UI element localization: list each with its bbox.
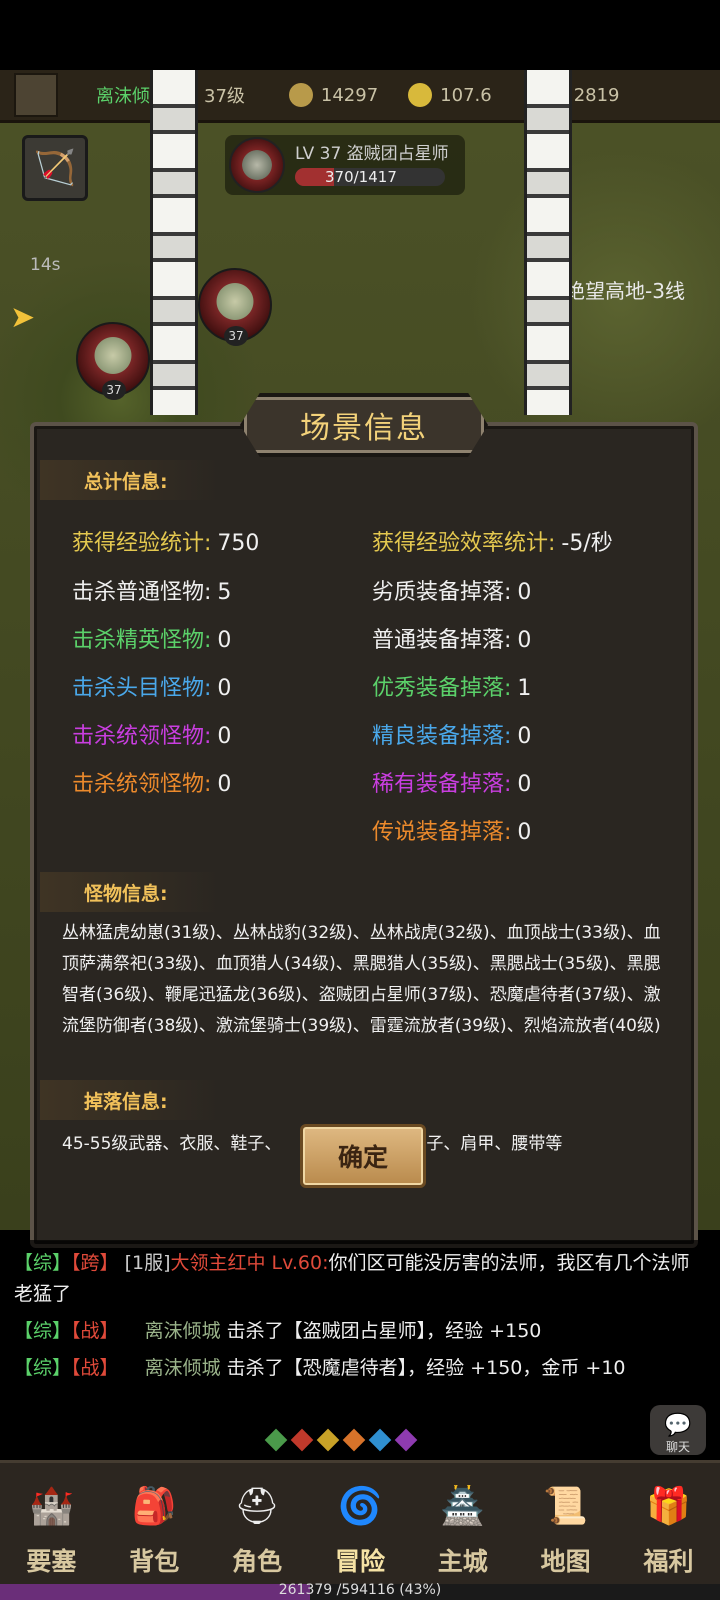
stat-kill-commander: 击杀统领怪物: 0 bbox=[72, 724, 232, 749]
color-dots bbox=[264, 1428, 418, 1452]
portal-icon: 🌀 bbox=[337, 1486, 383, 1527]
gift-icon: 🎁 bbox=[646, 1486, 691, 1527]
chat-panel[interactable]: 【综】【跨】 [1服]大领主红中 Lv.60:你们区可能没厉害的法师，我区有几个… bbox=[0, 1240, 720, 1450]
stat-drop-legendary: 传说装备掉落: 0 bbox=[372, 820, 532, 845]
bow-weapon-button[interactable]: 🏹 bbox=[22, 135, 88, 201]
stat-gold: 14297 bbox=[320, 84, 379, 106]
target-hp-text: 370/1417 bbox=[325, 168, 397, 186]
gold-bars-icon bbox=[408, 83, 433, 107]
top-status-bar: 离沫倾城 37级 14297 107.6 2819 bbox=[0, 70, 720, 123]
dialog-title-banner: 场景信息 bbox=[240, 393, 488, 457]
scroll-map-icon: 📜 bbox=[543, 1486, 589, 1527]
target-avatar bbox=[229, 137, 285, 193]
stat-drop-good: 优秀装备掉落: 1 bbox=[372, 676, 532, 701]
chat-line: 【综】【跨】 [1服]大领主红中 Lv.60:你们区可能没厉害的法师，我区有几个… bbox=[14, 1252, 690, 1305]
stat-drop-rare: 稀有装备掉落: 0 bbox=[372, 772, 532, 797]
player-level: 37级 bbox=[204, 86, 245, 107]
chat-bubble-icon: 💬 bbox=[664, 1413, 692, 1438]
nav-character[interactable]: ⛑ 角色 bbox=[212, 1476, 302, 1578]
map-name: 绝望高地-3线 bbox=[565, 279, 685, 303]
castle-icon: 🏯 bbox=[440, 1486, 486, 1527]
nav-backpack[interactable]: 🎒 背包 bbox=[109, 1476, 199, 1578]
microphone-icon bbox=[288, 83, 313, 107]
backpack-icon: 🎒 bbox=[131, 1486, 177, 1527]
xp-text: 261379 /594116 (43%) bbox=[278, 1582, 442, 1598]
nav-welfare[interactable]: 🎁 福利 bbox=[623, 1476, 713, 1578]
bottom-nav: 🏰 要塞 🎒 背包 ⛑ 角色 🌀 冒险 🏯 主城 📜 地图 🎁 福利 bbox=[0, 1460, 720, 1584]
confirm-button[interactable]: 确定 bbox=[300, 1124, 426, 1188]
stat-exp-total: 获得经验统计: 750 bbox=[72, 531, 260, 556]
nav-fortress[interactable]: 🏰 要塞 bbox=[6, 1476, 96, 1578]
stat-kill-commander-2: 击杀统领怪物: 0 bbox=[72, 772, 232, 797]
stat-drop-poor: 劣质装备掉落: 0 bbox=[372, 580, 532, 605]
stat-drop-common: 普通装备掉落: 0 bbox=[372, 628, 532, 653]
arrow-right-icon[interactable]: ➤ bbox=[10, 300, 35, 335]
helmet-icon: ⛑ bbox=[234, 1486, 280, 1527]
nav-map[interactable]: 📜 地图 bbox=[521, 1476, 611, 1578]
monster-marker[interactable]: 37 bbox=[198, 268, 272, 346]
stat-drop-fine: 精良装备掉落: 0 bbox=[372, 724, 532, 749]
fortress-icon: 🏰 bbox=[29, 1486, 74, 1527]
stat-kill-boss: 击杀头目怪物: 0 bbox=[72, 676, 232, 701]
stat-kill-normal: 击杀普通怪物: 5 bbox=[72, 580, 232, 605]
chat-button[interactable]: 💬 聊天 bbox=[650, 1405, 706, 1455]
chat-line: 【综】【战】 离沫倾城 击杀了【盗贼团占星师】，经验 +150 bbox=[14, 1320, 542, 1342]
nav-adventure[interactable]: 🌀 冒险 bbox=[315, 1476, 405, 1578]
chain-decoration bbox=[524, 70, 572, 415]
stat-kill-elite: 击杀精英怪物: 0 bbox=[72, 628, 232, 653]
monster-info-header: 怪物信息: bbox=[40, 872, 220, 912]
chat-line: 【综】【战】 离沫倾城 击杀了【恐魔虐待者】，经验 +150，金币 +10 bbox=[14, 1357, 626, 1379]
monster-list-text: 丛林猛虎幼崽(31级)、丛林战豹(32级)、丛林战虎(32级)、血顶战士(33级… bbox=[62, 923, 661, 1036]
nav-main-city[interactable]: 🏯 主城 bbox=[418, 1476, 508, 1578]
weapon-slot-icon[interactable] bbox=[14, 73, 58, 117]
drop-info-header: 掉落信息: bbox=[40, 1080, 220, 1120]
target-info-chip[interactable]: LV 37 盗贼团占星师 370/1417 bbox=[225, 135, 465, 195]
timer-label: 14s bbox=[30, 255, 61, 275]
stat-currency: 107.6 bbox=[440, 84, 492, 106]
total-info-header: 总计信息: bbox=[40, 460, 220, 500]
monster-marker[interactable]: 37 bbox=[76, 322, 150, 400]
chain-decoration bbox=[150, 70, 198, 415]
stat-exp-rate: 获得经验效率统计: -5/秒 bbox=[372, 531, 613, 556]
stat-diamonds: 2819 bbox=[573, 84, 620, 106]
target-title: LV 37 盗贼团占星师 bbox=[295, 144, 449, 164]
dialog-title: 场景信息 bbox=[300, 411, 428, 446]
